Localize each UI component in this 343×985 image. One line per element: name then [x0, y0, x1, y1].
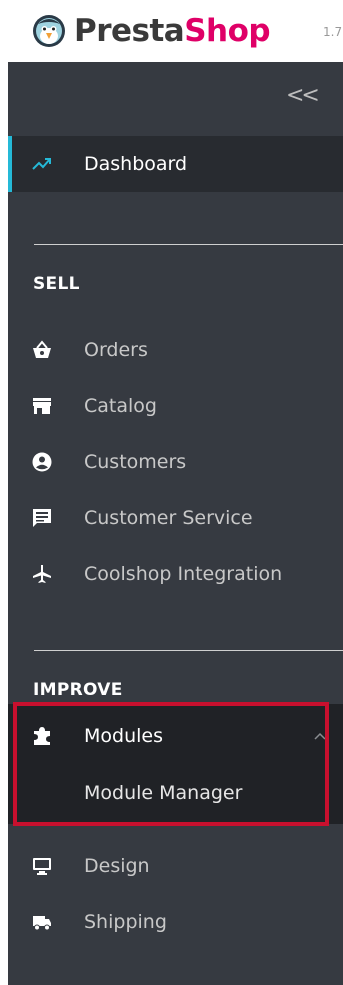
- section-title-improve: IMPROVE: [33, 680, 123, 700]
- divider: [34, 650, 343, 651]
- desktop-icon: [33, 858, 51, 875]
- sidebar-item-catalog[interactable]: Catalog: [8, 378, 343, 434]
- sidebar-item-shipping[interactable]: Shipping: [8, 894, 343, 950]
- sidebar-item-label: Dashboard: [84, 153, 188, 175]
- sidebar-item-customer-service[interactable]: Customer Service: [8, 490, 343, 546]
- sidebar-item-label: Design: [84, 855, 150, 877]
- sidebar-item-design[interactable]: Design: [8, 838, 343, 894]
- sidebar: << Dashboard SELL Orders Catalog Custome…: [8, 62, 343, 985]
- page: PrestaShop 1.7 << Dashboard SELL Orders: [0, 0, 343, 985]
- collapse-sidebar-button[interactable]: <<: [286, 82, 320, 110]
- truck-icon: [33, 916, 51, 931]
- puffin-logo-icon: [33, 15, 65, 47]
- modules-group: Modules Module Manager: [8, 704, 343, 824]
- shopping-basket-icon: [33, 340, 51, 358]
- top-header: PrestaShop 1.7: [0, 0, 343, 62]
- airplane-icon: [33, 565, 51, 583]
- section-title-sell: SELL: [33, 274, 80, 294]
- sidebar-item-customers[interactable]: Customers: [8, 434, 343, 490]
- version-number: 1.7: [323, 25, 343, 39]
- sidebar-item-label: Catalog: [84, 395, 157, 417]
- puzzle-icon: [34, 727, 50, 745]
- active-indicator: [8, 136, 12, 192]
- trending-up-icon: [32, 158, 51, 170]
- submenu-item-label: Module Manager: [84, 782, 243, 804]
- sidebar-item-orders[interactable]: Orders: [8, 322, 343, 378]
- sidebar-item-label: Orders: [84, 339, 148, 361]
- prestashop-logo[interactable]: PrestaShop: [32, 10, 271, 52]
- divider: [34, 244, 343, 245]
- chat-icon: [33, 509, 51, 527]
- submenu-item-module-manager[interactable]: Module Manager: [8, 768, 343, 818]
- brand-name: PrestaShop: [74, 13, 271, 49]
- sidebar-item-label: Coolshop Integration: [84, 563, 283, 585]
- account-circle-icon: [32, 452, 52, 472]
- sidebar-item-label: Shipping: [84, 911, 167, 933]
- sidebar-item-coolshop-integration[interactable]: Coolshop Integration: [8, 546, 343, 602]
- sidebar-item-label: Customer Service: [84, 507, 253, 529]
- sidebar-item-label: Modules: [84, 725, 163, 747]
- sidebar-item-label: Customers: [84, 451, 187, 473]
- store-icon: [33, 398, 51, 414]
- chevron-up-icon[interactable]: [313, 729, 327, 743]
- sidebar-item-dashboard[interactable]: Dashboard: [8, 136, 343, 192]
- sidebar-item-modules[interactable]: Modules: [8, 708, 343, 764]
